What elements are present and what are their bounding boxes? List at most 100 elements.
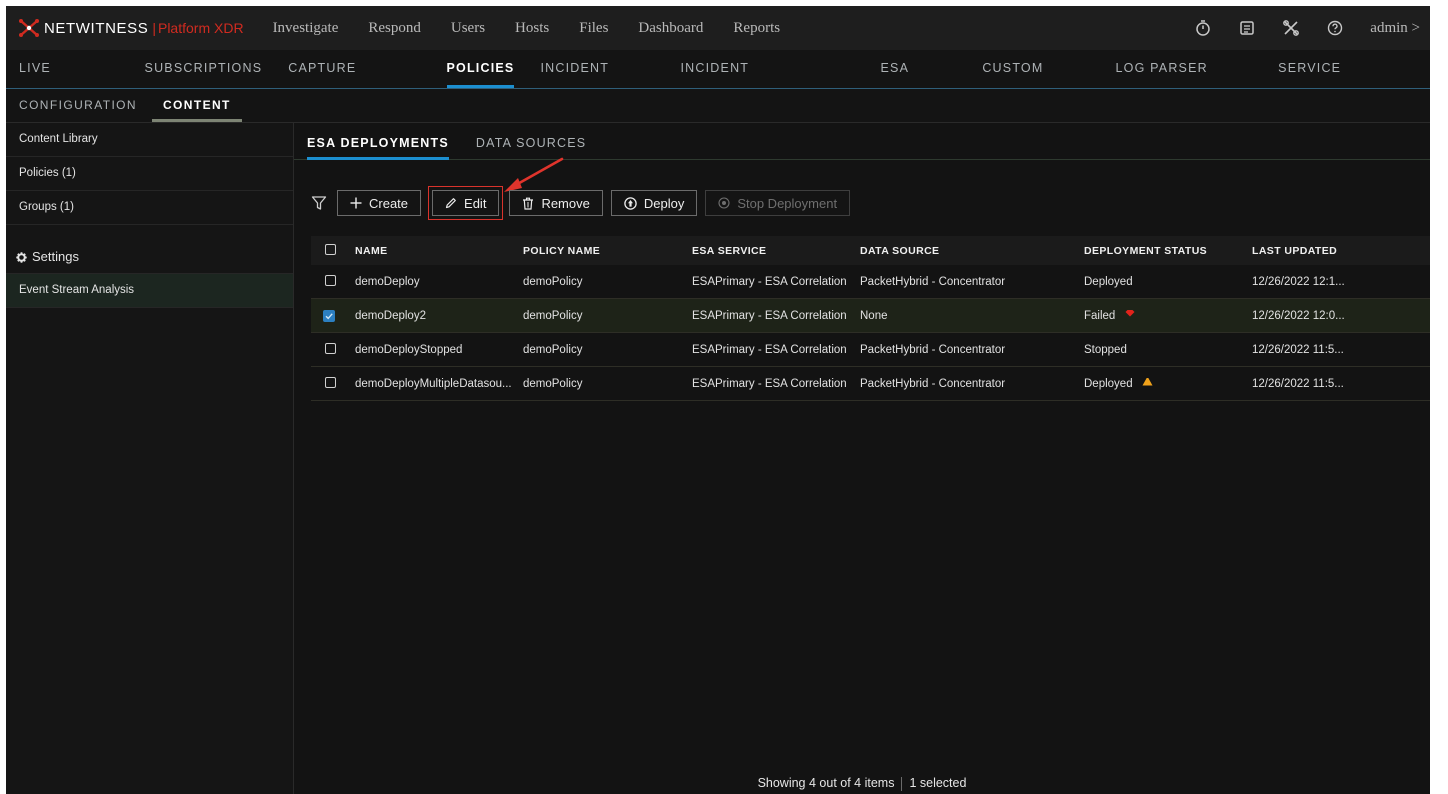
cell-name: demoDeploy2 xyxy=(355,309,426,322)
secnav-service-topology[interactable]: SERVICE TOPOLOGY xyxy=(1265,50,1430,111)
stop-icon xyxy=(718,197,730,209)
secnav-live-content[interactable]: LIVE CONTENT xyxy=(6,50,132,111)
select-all-cell xyxy=(311,243,349,258)
cell-esa-service: ESAPrimary - ESA Correlation xyxy=(692,275,847,288)
row-checkbox[interactable] xyxy=(325,274,336,286)
row-checkbox-cell xyxy=(311,308,349,323)
cell-last-updated: 12/26/2022 11:5... xyxy=(1252,377,1344,390)
table-row[interactable]: demoDeploy demoPolicy ESAPrimary - ESA C… xyxy=(311,265,1430,299)
secnav-incident-notifications[interactable]: INCIDENT NOTIFICATIONS xyxy=(668,50,868,111)
secnav-incident-rules[interactable]: INCIDENT RULES xyxy=(527,50,667,111)
column-header-name[interactable]: NAME xyxy=(349,245,517,257)
table-row[interactable]: demoDeployStopped demoPolicy ESAPrimary … xyxy=(311,333,1430,367)
edit-button[interactable]: Edit xyxy=(432,190,500,216)
plus-icon xyxy=(350,197,362,209)
brand-separator: | xyxy=(152,20,156,36)
cell-data-source: PacketHybrid - Concentrator xyxy=(860,275,1006,288)
tab-esa-deployments[interactable]: ESA DEPLOYMENTS xyxy=(307,136,449,160)
nav-investigate[interactable]: Investigate xyxy=(258,20,354,37)
cell-esa-service: ESAPrimary - ESA Correlation xyxy=(692,377,847,390)
filter-icon[interactable] xyxy=(311,195,327,211)
status-text: Deployed xyxy=(1084,275,1133,288)
toolbar: Create Edit Remove Deploy Stop Deploymen… xyxy=(311,186,858,220)
cell-policy-name: demoPolicy xyxy=(523,275,583,288)
main-content: ESA DEPLOYMENTS DATA SOURCES Create Edit… xyxy=(294,123,1430,794)
stopwatch-icon[interactable] xyxy=(1194,19,1212,37)
user-menu[interactable]: admin > xyxy=(1370,20,1420,37)
nav-hosts[interactable]: Hosts xyxy=(500,20,564,37)
cell-last-updated: 12/26/2022 11:5... xyxy=(1252,343,1344,356)
row-checkbox-cell xyxy=(311,376,349,391)
row-checkbox[interactable] xyxy=(325,376,336,388)
table-footer: Showing 4 out of 4 items 1 selected xyxy=(294,772,1430,794)
gear-icon xyxy=(16,251,27,263)
error-diamond-icon[interactable] xyxy=(1125,309,1135,318)
cell-data-source: PacketHybrid - Concentrator xyxy=(860,377,1006,390)
footer-divider xyxy=(901,776,903,791)
cell-data-source: PacketHybrid - Concentrator xyxy=(860,343,1006,356)
sidebar-settings-header[interactable]: Settings xyxy=(6,241,293,274)
secnav-policies[interactable]: POLICIES xyxy=(434,50,528,88)
ternav-configuration[interactable]: CONFIGURATION xyxy=(6,89,150,122)
tertiary-nav: CONFIGURATION CONTENT xyxy=(6,89,1430,123)
pencil-icon xyxy=(445,197,457,209)
brand-name: NETWITNESS xyxy=(44,19,149,37)
tools-icon[interactable] xyxy=(1282,19,1300,37)
warning-triangle-icon[interactable] xyxy=(1142,377,1153,386)
secnav-log-parser-rules[interactable]: LOG PARSER RULES xyxy=(1103,50,1266,111)
column-header-data-source[interactable]: DATA SOURCE xyxy=(854,245,1078,257)
row-checkbox-cell xyxy=(311,342,349,357)
status-text: Failed xyxy=(1084,309,1116,322)
cell-deployment-status: Stopped xyxy=(1078,344,1246,356)
nav-reports[interactable]: Reports xyxy=(718,20,795,37)
sidebar-item-content-library[interactable]: Content Library xyxy=(6,123,293,157)
sidebar-item-groups[interactable]: Groups (1) xyxy=(6,191,293,225)
row-checkbox-checked[interactable] xyxy=(323,310,335,322)
secnav-esa-rules[interactable]: ESA RULES xyxy=(868,50,970,111)
nav-respond[interactable]: Respond xyxy=(353,20,436,37)
select-all-checkbox[interactable] xyxy=(325,243,336,255)
column-header-esa-service[interactable]: ESA SERVICE xyxy=(686,245,854,257)
deploy-button-label: Deploy xyxy=(643,195,685,211)
table-row[interactable]: demoDeployMultipleDatasou... demoPolicy … xyxy=(311,367,1430,401)
secnav-custom-feeds[interactable]: CUSTOM FEEDS xyxy=(969,50,1102,111)
sidebar: Content Library Policies (1) Groups (1) … xyxy=(6,123,294,794)
cell-policy-name: demoPolicy xyxy=(523,377,583,390)
cell-policy-name: demoPolicy xyxy=(523,309,583,322)
remove-button[interactable]: Remove xyxy=(509,190,603,216)
secnav-subscriptions[interactable]: SUBSCRIPTIONS xyxy=(132,50,276,88)
cell-name: demoDeployMultipleDatasou... xyxy=(355,377,512,390)
stop-deployment-button-label: Stop Deployment xyxy=(737,195,838,211)
help-icon[interactable] xyxy=(1326,19,1344,37)
selected-count: 1 selected xyxy=(909,776,967,790)
status-text: Stopped xyxy=(1084,343,1127,356)
cell-name: demoDeployStopped xyxy=(355,343,463,356)
sidebar-settings-label: Settings xyxy=(32,249,79,264)
top-bar: NETWITNESS | Platform XDR Investigate Re… xyxy=(6,6,1430,50)
ternav-content[interactable]: CONTENT xyxy=(150,89,244,122)
column-header-policy-name[interactable]: POLICY NAME xyxy=(517,245,686,257)
cell-deployment-status: Deployed xyxy=(1078,377,1246,390)
sidebar-item-policies[interactable]: Policies (1) xyxy=(6,157,293,191)
deploy-button[interactable]: Deploy xyxy=(610,190,698,216)
clipboard-icon[interactable] xyxy=(1238,19,1256,37)
brand[interactable]: NETWITNESS | Platform XDR xyxy=(18,19,244,37)
column-header-deployment-status[interactable]: DEPLOYMENT STATUS xyxy=(1078,245,1246,257)
content-tabs: ESA DEPLOYMENTS DATA SOURCES xyxy=(294,123,1430,160)
secnav-capture-policies[interactable]: CAPTURE POLICIES xyxy=(275,50,433,111)
create-button[interactable]: Create xyxy=(337,190,422,216)
column-header-last-updated[interactable]: LAST UPDATED xyxy=(1246,245,1430,257)
row-checkbox[interactable] xyxy=(325,342,336,354)
cell-data-source: None xyxy=(860,309,888,322)
nav-files[interactable]: Files xyxy=(564,20,623,37)
nav-users[interactable]: Users xyxy=(436,20,500,37)
sidebar-item-event-stream-analysis[interactable]: Event Stream Analysis xyxy=(6,274,293,308)
nav-dashboard[interactable]: Dashboard xyxy=(623,20,718,37)
row-checkbox-cell xyxy=(311,274,349,289)
edit-button-label: Edit xyxy=(464,195,487,211)
remove-button-label: Remove xyxy=(541,195,590,211)
table-row[interactable]: demoDeploy2 demoPolicy ESAPrimary - ESA … xyxy=(311,299,1430,333)
stop-deployment-button[interactable]: Stop Deployment xyxy=(705,190,851,216)
create-button-label: Create xyxy=(369,195,409,211)
secondary-nav: LIVE CONTENT SUBSCRIPTIONS CAPTURE POLIC… xyxy=(6,50,1430,111)
